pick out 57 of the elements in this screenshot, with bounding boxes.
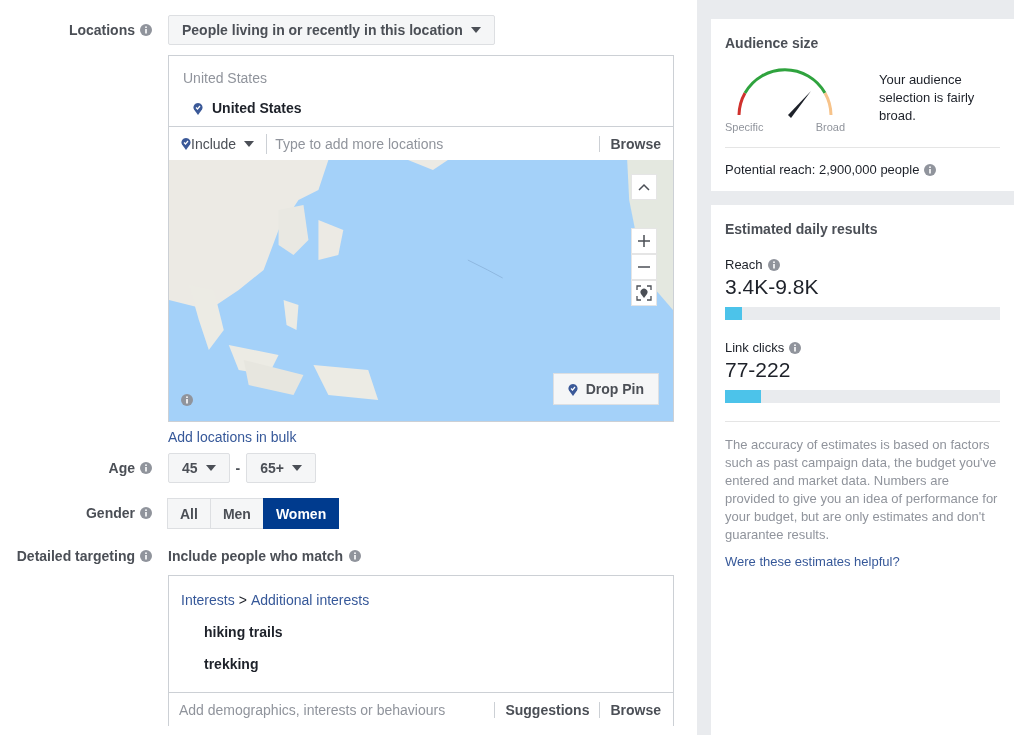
pin-icon xyxy=(567,382,578,396)
location-group-heading: United States xyxy=(182,69,269,86)
gauge-min-label: Specific xyxy=(725,121,764,133)
selected-location: United States xyxy=(212,100,302,116)
metric-label: Reach xyxy=(725,257,763,272)
gender-option[interactable]: All xyxy=(167,498,211,529)
include-dropdown[interactable]: Include xyxy=(191,135,263,152)
age-separator: - xyxy=(235,460,241,476)
chevron-up-icon[interactable] xyxy=(631,174,657,200)
drop-pin-button[interactable]: Drop Pin xyxy=(552,373,659,405)
pin-icon xyxy=(181,137,191,150)
field-label: Age xyxy=(108,460,135,476)
info-icon[interactable] xyxy=(140,550,152,562)
field-sublabel: Include people who match xyxy=(168,548,344,564)
disclaimer-text: The accuracy of estimates is based on factors such as past campaign data, the budget you've entered and market data. Numbers are provided to give you an idea of performance for your budget, but are only estimates and don't guarantee results. xyxy=(725,437,998,542)
caret-icon xyxy=(470,27,481,33)
zoom-out-icon[interactable] xyxy=(631,254,657,280)
info-icon[interactable] xyxy=(767,258,780,271)
gender-option[interactable]: Women xyxy=(262,498,340,529)
breadcrumb-separator: > xyxy=(238,592,247,608)
location-type-dropdown[interactable]: People living in or recently in this location xyxy=(168,15,495,45)
metric-value: 3.4K-9.8K xyxy=(725,275,820,299)
field-label: Detailed targeting xyxy=(16,548,135,564)
browse-button[interactable]: Browse xyxy=(599,135,661,152)
info-icon[interactable] xyxy=(140,507,152,519)
bulk-locations-link[interactable]: Add locations in bulk xyxy=(168,429,297,445)
card-title: Estimated daily results xyxy=(725,221,879,237)
info-icon[interactable] xyxy=(140,462,152,474)
age-min-dropdown[interactable]: 45 xyxy=(168,453,230,483)
metric-value: 77-222 xyxy=(725,358,792,382)
age-max-dropdown[interactable]: 65+ xyxy=(246,453,316,483)
field-label: Gender xyxy=(86,505,135,521)
locate-icon[interactable] xyxy=(631,280,657,306)
metric-label: Link clicks xyxy=(725,340,785,355)
pin-icon xyxy=(193,101,203,115)
info-icon[interactable] xyxy=(349,550,362,562)
browse-button[interactable]: Browse xyxy=(599,701,661,718)
interest-item: trekking xyxy=(204,656,259,672)
info-icon[interactable] xyxy=(140,24,152,36)
field-label: Locations xyxy=(68,22,135,38)
gender-option[interactable]: Men xyxy=(209,498,264,529)
feedback-link[interactable]: Were these estimates helpful? xyxy=(725,554,900,569)
map-info-icon[interactable] xyxy=(181,394,193,406)
caret-icon xyxy=(244,140,255,147)
gauge-max-label: Broad xyxy=(815,121,845,133)
caret-icon xyxy=(292,465,302,471)
breadcrumb-link[interactable]: Additional interests xyxy=(250,592,370,608)
breadcrumb-link[interactable]: Interests xyxy=(181,592,235,608)
audience-description: Your audience selection is fairly broad. xyxy=(879,71,976,125)
caret-icon xyxy=(205,465,216,471)
info-icon[interactable] xyxy=(924,163,937,176)
info-icon[interactable] xyxy=(789,341,802,354)
interest-item: hiking trails xyxy=(204,624,283,640)
zoom-in-icon[interactable] xyxy=(631,228,657,254)
suggestions-button[interactable]: Suggestions xyxy=(494,701,590,718)
card-title: Audience size xyxy=(725,35,820,51)
potential-reach: Potential reach: 2,900,000 people xyxy=(725,162,920,177)
